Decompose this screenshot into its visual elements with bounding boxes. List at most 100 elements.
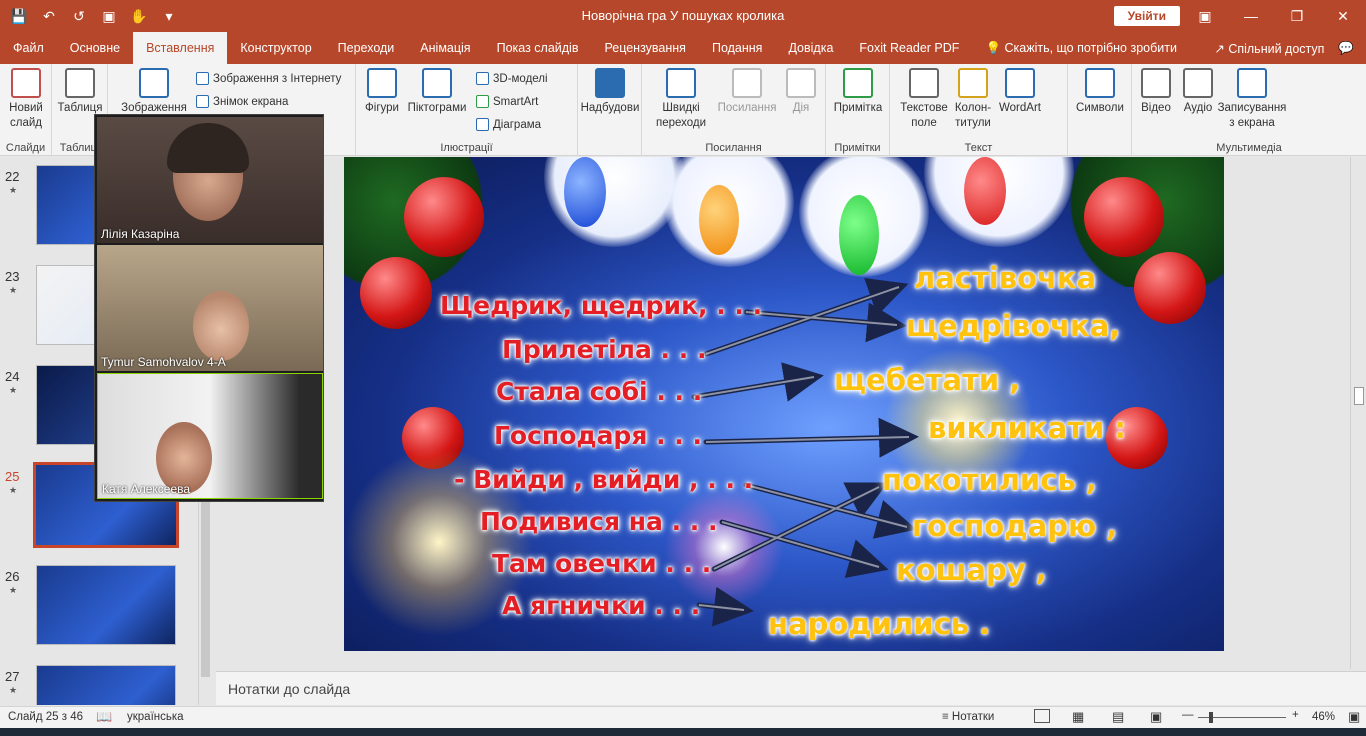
thumbnail-number: 25 <box>5 469 20 484</box>
phrase-5[interactable]: - Вийди , вийди , . . . <box>454 465 753 494</box>
phrase-1[interactable]: Щедрик, щедрик, . . . <box>440 291 762 320</box>
scrollbar-thumb[interactable] <box>1354 387 1364 405</box>
new-slide-label: Новий слайд <box>9 102 43 129</box>
addins-button[interactable]: Надбудови <box>580 68 640 116</box>
answer-1[interactable]: ластівочка <box>914 261 1096 295</box>
tab-foxit[interactable]: Foxit Reader PDF <box>846 32 972 64</box>
shapes-button[interactable]: Фігури <box>362 68 402 116</box>
smartart-icon <box>476 95 489 108</box>
screenshot-icon <box>196 95 209 108</box>
symbols-button[interactable]: Символи <box>1072 68 1128 116</box>
slide[interactable]: Щедрик, щедрик, . . . Прилетіла . . . Ст… <box>344 157 1224 651</box>
screenshot-button[interactable]: Знімок екрана <box>196 95 288 108</box>
notes-toggle-button[interactable]: ≡ Нотатки <box>942 711 994 723</box>
share-button[interactable]: ↗ Спільний доступ <box>1214 41 1324 56</box>
link-label: Посилання <box>717 102 777 114</box>
zoom-in-icon[interactable]: + <box>1292 709 1299 721</box>
signin-button[interactable]: Увійти <box>1113 6 1180 26</box>
group-text-label: Текст <box>964 142 993 154</box>
slide-thumbnail[interactable]: 26 ★ <box>0 563 200 647</box>
group-text: Текстове поле Колон-титули WordArt Текст <box>890 64 1068 156</box>
answer-6[interactable]: господарю , <box>912 509 1117 543</box>
group-comments: Примітка Примітки <box>826 64 890 156</box>
group-media: Відео Аудіо Записування з екрана Мультим… <box>1132 64 1366 156</box>
comments-icon[interactable]: 💬 <box>1338 41 1354 56</box>
thumbnail-image <box>36 565 176 645</box>
tab-review[interactable]: Рецензування <box>591 32 698 64</box>
phrase-4[interactable]: Господаря . . . <box>494 421 702 450</box>
tab-slideshow[interactable]: Показ слайдів <box>484 32 592 64</box>
tab-transitions[interactable]: Переходи <box>325 32 408 64</box>
video-button[interactable]: Відео <box>1136 68 1176 116</box>
zoom-percent[interactable]: 46% <box>1312 711 1335 723</box>
audio-button[interactable]: Аудіо <box>1178 68 1218 116</box>
new-slide-button[interactable]: Новий слайд <box>4 68 48 131</box>
answer-2[interactable]: щедрівочка, <box>906 309 1120 343</box>
tab-view[interactable]: Подання <box>699 32 775 64</box>
tell-me-search[interactable]: 💡 Скажіть, що потрібно зробити <box>972 32 1190 64</box>
language-label[interactable]: українська <box>127 711 184 723</box>
answer-7[interactable]: кошару , <box>896 553 1047 587</box>
textbox-button[interactable]: Текстове поле <box>894 68 954 131</box>
notes-toggle-label: Нотатки <box>951 711 995 723</box>
animation-star-icon: ★ <box>9 185 18 195</box>
video-call-panel: Лілія Казаріна Tymur Samohvalov 4-А Катя… <box>94 114 324 502</box>
table-button[interactable]: Таблиця <box>58 68 102 116</box>
phrase-6[interactable]: Подивися на . . . <box>480 507 717 536</box>
ribbon-display-icon[interactable]: ▣ <box>1182 0 1228 32</box>
smartart-button[interactable]: SmartArt <box>476 95 538 108</box>
comment-button[interactable]: Примітка <box>830 68 886 116</box>
normal-view-icon[interactable] <box>1034 709 1050 723</box>
thumbnail-number: 22 <box>5 169 20 184</box>
thumbnail-number: 23 <box>5 269 20 284</box>
online-pictures-label: Зображення з Інтернету <box>213 72 342 85</box>
wordart-button[interactable]: WordArt <box>994 68 1046 116</box>
zoom-slider-thumb[interactable] <box>1209 712 1213 723</box>
participant-tile[interactable]: Лілія Казаріна <box>97 117 323 243</box>
zoom-out-icon[interactable]: — <box>1182 709 1194 721</box>
slide-thumbnail[interactable]: 27 ★ <box>0 663 200 705</box>
table-icon <box>65 68 95 98</box>
3d-models-label: 3D-моделі <box>493 72 548 85</box>
link-button[interactable]: Посилання <box>714 68 780 116</box>
chart-button[interactable]: Діаграма <box>476 118 541 131</box>
icons-button[interactable]: Піктограми <box>404 68 470 116</box>
phrase-2[interactable]: Прилетіла . . . <box>502 335 706 364</box>
action-button[interactable]: Дія <box>782 68 820 116</box>
close-icon[interactable]: ✕ <box>1320 0 1366 32</box>
tab-help[interactable]: Довідка <box>775 32 846 64</box>
3d-models-button[interactable]: 3D-моделі <box>476 72 548 85</box>
tab-file[interactable]: Файл <box>0 32 57 64</box>
tab-design[interactable]: Конструктор <box>227 32 324 64</box>
phrase-3[interactable]: Стала собі . . . <box>496 377 702 406</box>
tab-insert[interactable]: Вставлення <box>133 32 228 64</box>
slide-scrollbar[interactable] <box>1350 157 1366 669</box>
answer-3[interactable]: щебетати , <box>834 363 1020 397</box>
reading-view-icon[interactable]: ▤ <box>1112 709 1124 725</box>
images-button[interactable]: Зображення <box>114 68 194 116</box>
spellcheck-icon[interactable]: 📖 <box>96 709 112 725</box>
store-icon <box>595 68 625 98</box>
tab-animations[interactable]: Анімація <box>407 32 483 64</box>
minimize-icon[interactable]: — <box>1228 0 1274 32</box>
zoom-button[interactable]: Швидкі переходи <box>648 68 714 131</box>
phrase-7[interactable]: Там овечки . . . <box>492 549 711 578</box>
group-links-label: Посилання <box>705 142 762 154</box>
tab-home[interactable]: Основне <box>57 32 133 64</box>
header-footer-button[interactable]: Колон-титули <box>952 68 994 131</box>
answer-4[interactable]: викликати : <box>928 411 1126 445</box>
answer-5[interactable]: покотились , <box>882 463 1097 497</box>
new-slide-icon <box>11 68 41 98</box>
restore-icon[interactable]: ❐ <box>1274 0 1320 32</box>
participant-tile-active[interactable]: Катя Алексеева <box>97 373 323 499</box>
slide-sorter-icon[interactable]: ▦ <box>1072 709 1084 725</box>
notes-pane[interactable]: Нотатки до слайда <box>216 671 1366 705</box>
phrase-8[interactable]: А ягнички . . . <box>502 591 700 620</box>
online-pictures-button[interactable]: Зображення з Інтернету <box>196 72 341 85</box>
answer-8[interactable]: народились . <box>768 607 990 641</box>
screen-record-button[interactable]: Записування з екрана <box>1218 68 1286 131</box>
chart-icon <box>476 118 489 131</box>
fit-slide-icon[interactable]: ▣ <box>1348 709 1360 725</box>
slideshow-view-icon[interactable]: ▣ <box>1150 709 1162 725</box>
participant-tile[interactable]: Tymur Samohvalov 4-А <box>97 245 323 371</box>
